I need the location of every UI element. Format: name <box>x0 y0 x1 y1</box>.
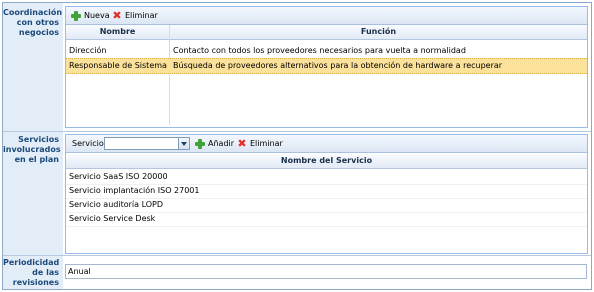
coordinacion-label-line: Coordinación <box>3 8 63 17</box>
coordinacion-label: Coordinación con otros negocios <box>3 3 63 131</box>
nueva-button-label: Nueva <box>84 11 110 20</box>
delete-icon: ✖ <box>112 8 122 22</box>
list-item[interactable]: Servicio auditoría LOPD <box>66 198 587 213</box>
list-item[interactable]: Servicio Service Desk <box>66 212 587 227</box>
coordinacion-label-line: negocios <box>18 28 59 37</box>
servicio-name: Servicio implantación ISO 27001 <box>69 186 200 195</box>
servicios-label-line: en el plan <box>14 155 59 164</box>
servicios-label: Servicios involucrados en el plan <box>3 132 63 255</box>
cell-nombre: Dirección <box>69 46 107 55</box>
plus-icon <box>195 138 205 149</box>
coordinacion-section: Coordinación con otros negocios Nueva ✖ … <box>3 3 591 131</box>
coordinacion-label-line: con otros <box>16 18 59 27</box>
servicio-name: Servicio SaaS ISO 20000 <box>69 172 168 181</box>
chevron-down-icon[interactable] <box>178 138 189 149</box>
nueva-button[interactable]: Nueva <box>71 9 110 22</box>
servicio-name: Servicio Service Desk <box>69 214 156 223</box>
cell-nombre: Responsable de Sistemas <box>69 61 167 70</box>
anadir-button-label: Añadir <box>208 139 235 148</box>
eliminar-button[interactable]: ✖ Eliminar <box>112 8 158 22</box>
coordinacion-grid-header: Nombre Función <box>66 25 587 40</box>
periodicidad-label-line: de las <box>32 268 59 277</box>
cell-funcion: Búsqueda de proveedores alternativos par… <box>173 61 503 70</box>
servicios-grid-header: Nombre del Servicio <box>66 154 587 169</box>
delete-icon: ✖ <box>237 136 247 150</box>
anadir-button[interactable]: Añadir <box>195 137 234 150</box>
coordinacion-toolbar: Nueva ✖ Eliminar <box>66 7 587 25</box>
periodicidad-label: Periodicidad de las revisiones <box>3 256 63 289</box>
servicios-select-label: Servicios <box>72 139 108 148</box>
servicios-section: Servicios involucrados en el plan Servic… <box>3 132 591 255</box>
servicios-toolbar: Servicios Añadir ✖ Eliminar <box>66 135 587 153</box>
servicios-label-line: Servicios <box>18 135 59 144</box>
coordinacion-grid-panel: Nueva ✖ Eliminar Nombre Función Direcció… <box>65 6 588 128</box>
list-item[interactable]: Servicio implantación ISO 27001 <box>66 184 587 199</box>
cell-funcion: Contacto con todos los proveedores neces… <box>173 46 466 55</box>
servicios-combo[interactable] <box>104 137 190 150</box>
servicios-grid-panel: Servicios Añadir ✖ Eliminar Nombre del S… <box>65 134 588 254</box>
form-frame: Coordinación con otros negocios Nueva ✖ … <box>2 2 592 290</box>
column-header-funcion[interactable]: Función <box>170 25 587 39</box>
eliminar-servicio-label: Eliminar <box>250 139 283 148</box>
periodicidad-section: Periodicidad de las revisiones Anual <box>3 256 591 289</box>
periodicidad-label-line: revisiones <box>12 278 59 287</box>
table-row[interactable]: Dirección Contacto con todos los proveed… <box>66 44 587 59</box>
column-header-nombre[interactable]: Nombre <box>66 25 169 39</box>
plus-icon <box>71 10 81 21</box>
column-header-nombre-servicio[interactable]: Nombre del Servicio <box>66 154 587 168</box>
eliminar-button-label: Eliminar <box>125 11 158 20</box>
servicios-label-line: involucrados <box>3 145 61 154</box>
periodicidad-label-line: Periodicidad <box>3 258 60 267</box>
column-divider <box>169 25 170 125</box>
periodicidad-field[interactable]: Anual <box>65 264 587 279</box>
table-row-selected[interactable]: Responsable de Sistemas Búsqueda de prov… <box>66 58 587 74</box>
eliminar-servicio-button[interactable]: ✖ Eliminar <box>237 136 283 150</box>
servicio-name: Servicio auditoría LOPD <box>69 200 164 209</box>
list-item[interactable]: Servicio SaaS ISO 20000 <box>66 170 587 185</box>
